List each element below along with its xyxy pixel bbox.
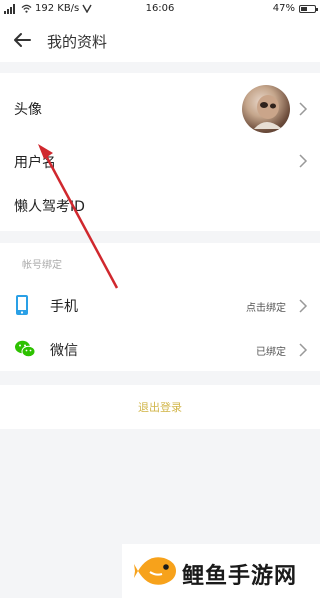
avatar-image [254,95,282,129]
app-bar: 我的资料 [0,18,320,62]
wechat-status[interactable]: 已绑定 [256,343,286,358]
avatar-label: 头像 [14,102,42,118]
fish-logo-icon [134,557,176,585]
logout-button[interactable]: 退出登录 [0,385,320,429]
page-title: 我的资料 [47,33,108,51]
chevron-right-icon [299,343,308,357]
battery-icon [299,4,318,13]
watermark: 鲤鱼手游网 [122,544,320,598]
lazy-id-label: 懒人驾考ID [14,199,85,215]
battery-level-fill [301,6,307,11]
phone-status[interactable]: 点击绑定 [246,299,286,314]
watermark-text: 鲤鱼手游网 [182,564,298,589]
chevron-right-icon [299,154,308,168]
section-title: 帐号绑定 [22,260,62,271]
avatar[interactable] [242,85,290,133]
chevron-right-icon [299,102,308,116]
wechat-row[interactable]: 微信 已绑定 [0,330,320,370]
chevron-right-icon [299,299,308,313]
back-arrow-icon[interactable] [10,28,34,52]
battery-percent: 47% [272,3,295,14]
phone-label: 手机 [50,299,78,315]
lazy-id-row: 懒人驾考ID [0,186,320,226]
username-row[interactable]: 用户名 [0,142,320,182]
phone-icon [16,295,28,315]
status-right: 47% [272,3,318,14]
status-bar: 192 KB/s 16:06 47% [0,0,320,18]
wechat-icon [15,340,36,358]
wechat-label: 微信 [50,343,78,359]
phone-row[interactable]: 手机 点击绑定 [0,286,320,326]
username-label: 用户名 [14,155,56,171]
